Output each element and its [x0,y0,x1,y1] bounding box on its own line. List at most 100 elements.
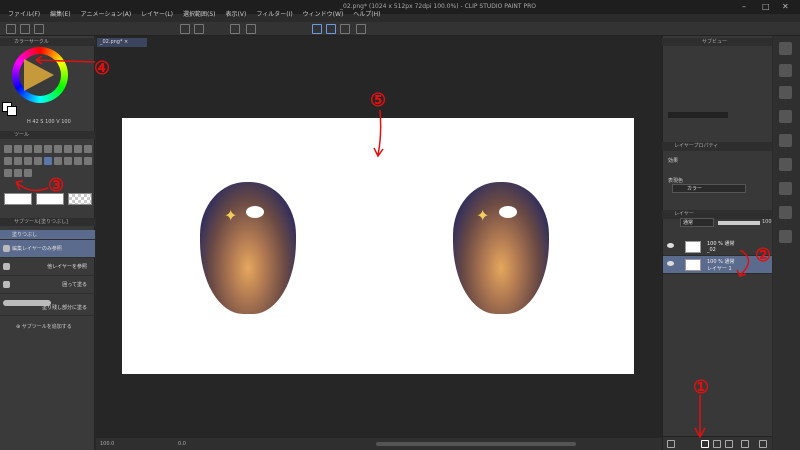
zoom-tool-icon[interactable] [4,145,12,153]
figure-tool-icon[interactable] [64,157,72,165]
layer-property-icon[interactable] [667,440,675,448]
fill-tool-icon[interactable] [44,157,52,165]
transform-icon[interactable] [246,24,256,34]
expression-color-select[interactable]: カラー [672,184,746,193]
opacity-slider[interactable] [718,221,760,225]
pencil-tool-icon[interactable] [74,145,82,153]
dock-icon[interactable] [779,42,792,55]
dock-icon[interactable] [779,86,792,99]
mask-icon[interactable] [741,440,749,448]
dock-icon[interactable] [779,64,792,77]
blend-mode-select[interactable]: 通常 [680,218,714,227]
move-tool-icon[interactable] [14,145,22,153]
document-tab[interactable]: _02.png* × [97,38,147,47]
annotation-arrow [694,395,706,439]
airbrush-tool-icon[interactable] [4,157,12,165]
delete-layer-icon[interactable] [759,440,767,448]
opacity-value[interactable]: 100 [762,219,772,225]
dock-icon[interactable] [779,182,792,195]
layer-panel-header: レイヤー [662,210,772,219]
snap-ruler-icon[interactable] [312,24,322,34]
horizontal-scrollbar[interactable] [376,442,576,446]
select-tool-icon[interactable] [34,145,42,153]
rotation-value[interactable]: 0.0 [178,441,186,447]
layer-thumbnail [685,259,701,271]
subtool-group-fill[interactable]: 塗りつぶし [0,230,95,240]
eye-illustration-right [453,182,549,314]
add-subtool-button[interactable]: ⊕ サブツールを追加する [16,323,72,330]
layer-thumbnail [685,241,701,253]
menu-animation[interactable]: アニメーション(A) [81,8,132,22]
subtool-fill-gaps[interactable]: 塗り残し部分に塗る [0,294,95,316]
menu-filter[interactable]: フィルター(I) [256,8,292,22]
layer-name[interactable]: _02 [707,247,716,253]
decoration-tool-icon[interactable] [14,157,22,165]
dock-icon[interactable] [779,134,792,147]
maximize-button[interactable]: □ [762,2,770,11]
subtool-refer-other-layers[interactable]: 他レイヤーを参照 [0,258,95,276]
eye-illustration-left [200,182,296,314]
new-file-icon[interactable] [6,24,16,34]
annotation-arrow [15,180,49,192]
dock-icon[interactable] [779,158,792,171]
menu-selection[interactable]: 選択範囲(S) [183,8,216,22]
annotation-arrow [736,250,750,277]
subview-header: サブビュー [662,38,772,46]
new-folder-icon[interactable] [725,440,733,448]
brush-tool-icon[interactable] [84,145,92,153]
sub-color-swatch[interactable] [7,106,17,116]
visibility-eye-icon[interactable] [667,261,674,266]
subtool-enclose-fill[interactable]: 囲って塗る [0,276,95,294]
undo-icon[interactable] [180,24,190,34]
subtool-list: 塗りつぶし 編集レイヤーのみ参照 他レイヤーを参照 囲って塗る 塗り残し部分に塗… [0,230,95,316]
snap-grid-icon[interactable] [340,24,350,34]
eraser-tool-icon[interactable] [24,157,32,165]
new-vector-layer-icon[interactable] [713,440,721,448]
menu-edit[interactable]: 編集(E) [50,8,70,22]
menu-help[interactable]: ヘルプ(H) [353,8,380,22]
bucket-icon [3,245,10,252]
close-button[interactable]: ✕ [782,2,789,11]
subtool-label: 他レイヤーを参照 [47,264,87,270]
annotation-arrow [373,110,384,158]
menu-window[interactable]: ウィンドウ(W) [303,8,344,22]
subtool-label: 編集レイヤーのみ参照 [12,246,62,252]
operation-tool-icon[interactable] [24,145,32,153]
subtool-refer-editing-layer[interactable]: 編集レイヤーのみ参照 [0,240,95,258]
layer-opacity-mode: 100 % 通常 [707,241,735,247]
redo-icon[interactable] [194,24,204,34]
pen-tool-icon[interactable] [64,145,72,153]
eyedropper-tool-icon[interactable] [54,145,62,153]
menu-layer[interactable]: レイヤー(L) [141,8,173,22]
expression-color-label: 表現色 [668,178,684,184]
transparent-color-swatch[interactable] [68,193,92,205]
frame-tool-icon[interactable] [74,157,82,165]
clear-icon[interactable] [230,24,240,34]
visibility-eye-icon[interactable] [667,243,674,248]
dock-icon[interactable] [779,206,792,219]
brush-stroke-preview-icon [3,300,51,306]
gradient-tool-icon[interactable] [54,157,62,165]
annotation-marker: ⑤ [370,90,387,111]
menu-view[interactable]: 表示(V) [226,8,247,22]
menu-file[interactable]: ファイル(F) [8,8,40,22]
ruler-tool-icon[interactable] [84,157,92,165]
effect-label: 効果 [668,158,679,164]
layer-name[interactable]: レイヤー 1 [707,265,732,272]
right-dock [773,36,800,450]
lasso-tool-icon[interactable] [44,145,52,153]
eye-highlight-left [246,206,264,218]
dock-icon[interactable] [779,110,792,123]
save-icon[interactable] [34,24,44,34]
blend-tool-icon[interactable] [34,157,42,165]
preferences-icon[interactable] [356,24,366,34]
snap-special-ruler-icon[interactable] [326,24,336,34]
zoom-value[interactable]: 100.0 [100,441,114,447]
open-file-icon[interactable] [20,24,30,34]
command-bar [0,22,800,36]
layer-toolbar [663,436,772,450]
sparkle-icon: ✦ [224,206,238,225]
minimize-button[interactable]: – [742,2,746,11]
dock-icon[interactable] [779,230,792,243]
color-wheel-header: カラーサークル [0,38,95,46]
